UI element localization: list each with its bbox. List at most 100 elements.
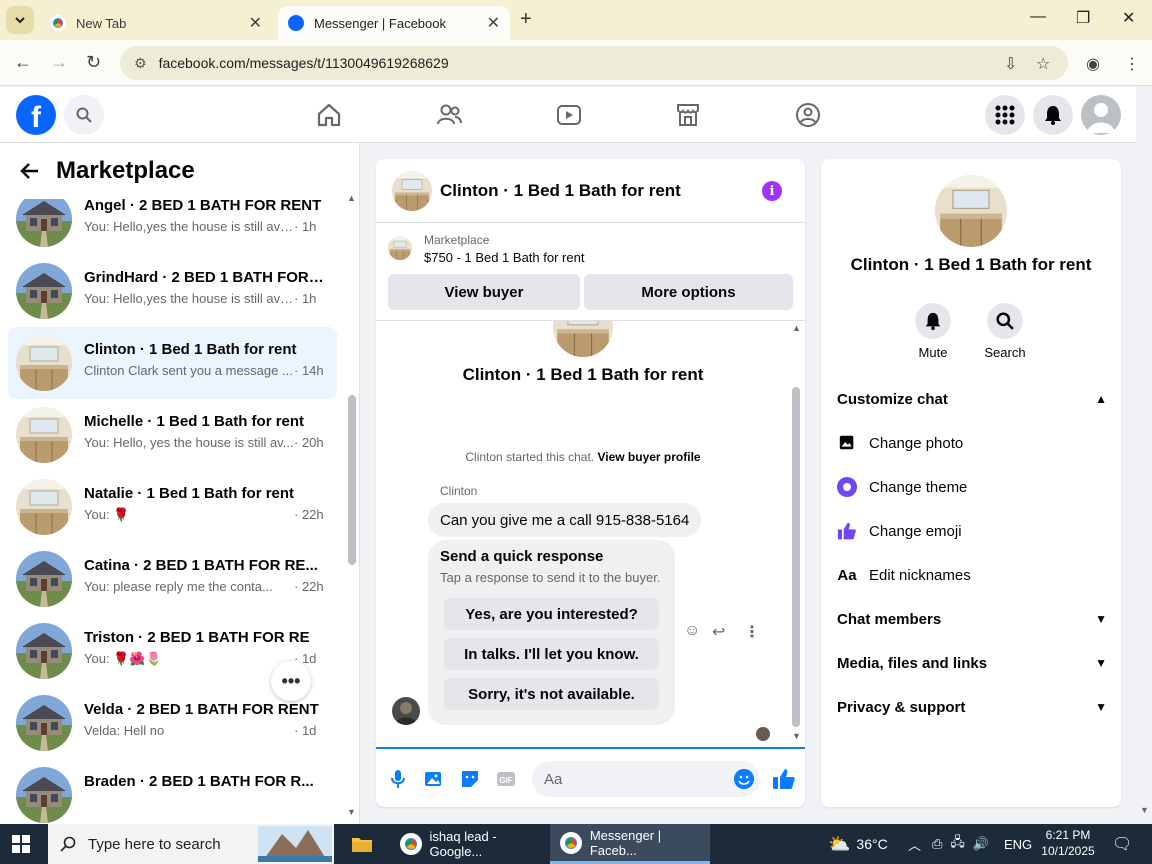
- scroll-up-icon[interactable]: ▲: [792, 323, 801, 333]
- back-button[interactable]: ←: [14, 52, 32, 73]
- scrollbar-thumb[interactable]: [792, 387, 800, 727]
- weather-widget[interactable]: ⛅ 36°C: [828, 824, 888, 864]
- media-files-section[interactable]: Media, files and links ▼: [837, 643, 1113, 683]
- edit-nicknames-item[interactable]: Aa Edit nicknames: [837, 555, 1113, 595]
- chat-profile-title: Clinton · 1 Bed 1 Bath for rent: [462, 365, 704, 384]
- sticker-icon[interactable]: [460, 769, 480, 789]
- facebook-logo[interactable]: f: [16, 95, 56, 135]
- new-tab-button[interactable]: +: [520, 8, 532, 31]
- quick-reply-in-talks[interactable]: In talks. I'll let you know.: [444, 638, 659, 670]
- close-icon[interactable]: ✕: [249, 13, 262, 33]
- microphone-icon[interactable]: [388, 769, 408, 789]
- tab-new-tab[interactable]: New Tab ✕: [40, 6, 272, 40]
- bookmark-star-icon[interactable]: ☆: [1036, 54, 1050, 74]
- quick-reply-yes[interactable]: Yes, are you interested?: [444, 598, 659, 630]
- listing-price-title[interactable]: $750 - 1 Bed 1 Bath for rent: [424, 250, 584, 265]
- menu-button[interactable]: [985, 95, 1025, 135]
- notifications-button[interactable]: [1033, 95, 1073, 135]
- system-tray-icons[interactable]: ⎙ 🖧 🔊: [932, 824, 997, 864]
- conversation-item[interactable]: Braden · 2 BED 1 BATH FOR R...: [8, 759, 337, 824]
- install-app-icon[interactable]: ⇩: [1004, 54, 1017, 74]
- photo-icon[interactable]: [424, 769, 444, 789]
- message-input[interactable]: Aa: [532, 761, 760, 797]
- window-close-button[interactable]: ✕: [1122, 8, 1135, 28]
- notification-center-icon[interactable]: 🗨: [1112, 824, 1132, 864]
- reload-button[interactable]: ↻: [86, 52, 101, 73]
- page-scrollbar[interactable]: ▼: [1136, 143, 1152, 824]
- change-theme-item[interactable]: Change theme: [837, 467, 1113, 507]
- file-explorer-button[interactable]: [344, 824, 380, 864]
- react-smiley-icon[interactable]: ☺: [684, 622, 700, 640]
- thumbs-up-icon[interactable]: [772, 767, 796, 791]
- view-buyer-profile-link[interactable]: View buyer profile: [597, 450, 700, 464]
- sender-avatar[interactable]: [392, 697, 420, 725]
- reply-icon[interactable]: ↩: [712, 622, 725, 642]
- account-avatar[interactable]: [1081, 95, 1121, 135]
- groups-icon[interactable]: [794, 101, 822, 129]
- conversation-name: Catina · 2 BED 1 BATH FOR RE...: [84, 557, 318, 574]
- search-in-chat-button[interactable]: Search: [975, 303, 1035, 360]
- system-clock[interactable]: 6:21 PM 10/1/2025: [1030, 827, 1106, 859]
- home-icon[interactable]: [315, 101, 343, 129]
- scroll-down-icon[interactable]: ▼: [792, 731, 801, 741]
- scroll-down-icon[interactable]: ▼: [1140, 805, 1149, 815]
- conversation-time: · 14h: [294, 363, 324, 378]
- restore-button[interactable]: ❐: [1076, 8, 1090, 28]
- chat-scrollbar[interactable]: ▲ ▼: [790, 321, 802, 747]
- friends-icon[interactable]: [435, 101, 463, 129]
- chat-members-section[interactable]: Chat members ▼: [837, 599, 1113, 639]
- message-bubble[interactable]: Can you give me a call 915-838-5164: [428, 503, 702, 537]
- windows-start-icon[interactable]: [12, 835, 30, 853]
- view-buyer-button[interactable]: View buyer: [388, 274, 580, 310]
- close-icon[interactable]: ✕: [487, 13, 500, 33]
- conversation-item[interactable]: Catina · 2 BED 1 BATH FOR RE... You: plea…: [8, 543, 337, 615]
- minimize-button[interactable]: —: [1030, 8, 1046, 26]
- chat-info-panel: Clinton · 1 Bed 1 Bath for rent Mute Sea…: [821, 159, 1121, 807]
- conversation-snippet: Velda: Hell no: [84, 723, 165, 738]
- privacy-support-section[interactable]: Privacy & support ▼: [837, 687, 1113, 727]
- marketplace-icon[interactable]: [674, 101, 702, 129]
- address-bar[interactable]: ⚙ facebook.com/messages/t/11300496192686…: [120, 46, 1068, 80]
- chat-title[interactable]: Clinton · 1 Bed 1 Bath for rent: [440, 181, 681, 201]
- more-options-button[interactable]: •••: [271, 661, 311, 701]
- change-emoji-item[interactable]: Change emoji: [837, 511, 1113, 551]
- tab-messenger[interactable]: Messenger | Facebook ✕: [278, 6, 510, 40]
- scroll-down-icon[interactable]: ▼: [347, 807, 356, 817]
- scrollbar-thumb[interactable]: [348, 395, 356, 565]
- more-options-button[interactable]: More options: [584, 274, 793, 310]
- scroll-up-icon[interactable]: ▲: [347, 193, 356, 203]
- gif-icon[interactable]: GIF: [496, 769, 516, 789]
- listing-thumbnail[interactable]: [388, 236, 412, 260]
- message-placeholder: Aa: [544, 770, 563, 788]
- photo-icon: [837, 433, 857, 453]
- conversation-item[interactable]: GrindHard · 2 BED 1 BATH FOR R... You: He…: [8, 255, 337, 327]
- emoji-icon[interactable]: [734, 769, 754, 789]
- clock-time: 6:21 PM: [1045, 828, 1091, 842]
- browser-menu-icon[interactable]: ⋮: [1124, 54, 1140, 74]
- chat-listing-thumbnail[interactable]: [392, 171, 432, 211]
- conversation-name: Clinton · 1 Bed 1 Bath for rent: [84, 341, 297, 358]
- chrome-icon: [400, 833, 422, 855]
- sidebar-scrollbar[interactable]: ▲ ▼: [346, 193, 356, 817]
- tab-search-menu-button[interactable]: [6, 6, 34, 34]
- facebook-search-button[interactable]: [64, 95, 104, 135]
- info-icon[interactable]: i: [762, 181, 782, 201]
- conversation-item[interactable]: Clinton · 1 Bed 1 Bath for rent Clinton C…: [8, 327, 337, 399]
- video-icon[interactable]: [555, 101, 583, 129]
- mute-button[interactable]: Mute: [903, 303, 963, 360]
- customize-chat-section[interactable]: Customize chat ▲: [837, 379, 1113, 419]
- taskbar-chrome-ishaq[interactable]: ishaq lead - Google...: [390, 824, 548, 864]
- back-arrow-icon[interactable]: [20, 161, 40, 181]
- site-info-icon[interactable]: ⚙: [134, 55, 147, 72]
- forward-button[interactable]: →: [50, 52, 68, 73]
- taskbar-search-box[interactable]: Type here to search: [48, 824, 334, 864]
- conversation-item[interactable]: Natalie · 1 Bed 1 Bath for rent You: 🌹 · 2…: [8, 471, 337, 543]
- change-photo-item[interactable]: Change photo: [837, 423, 1113, 463]
- message-more-icon[interactable]: ⋮: [744, 622, 760, 642]
- language-indicator[interactable]: ENG: [1004, 824, 1032, 864]
- taskbar-chrome-messenger[interactable]: Messenger | Faceb...: [550, 824, 710, 864]
- conversation-item[interactable]: Michelle · 1 Bed 1 Bath for rent You: Hel…: [8, 399, 337, 471]
- tray-overflow-icon[interactable]: ︿: [908, 824, 921, 864]
- profile-icon[interactable]: ◉: [1086, 54, 1100, 74]
- quick-reply-not-available[interactable]: Sorry, it's not available.: [444, 678, 659, 710]
